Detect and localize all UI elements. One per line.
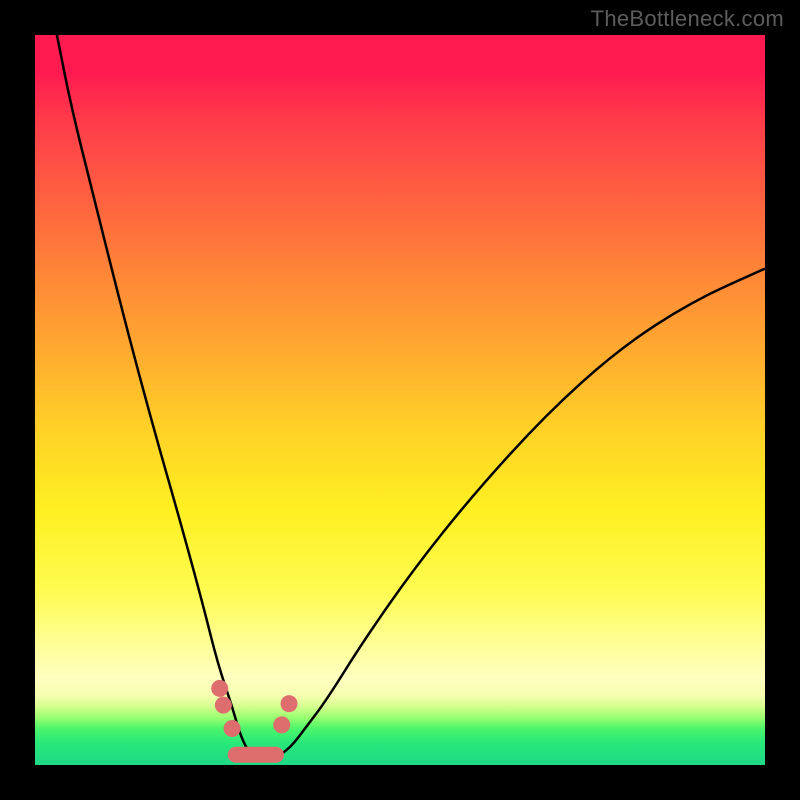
- chart-area: [35, 35, 765, 765]
- marker-dot: [224, 720, 241, 737]
- outer-frame: TheBottleneck.com: [0, 0, 800, 800]
- marker-dot: [281, 695, 298, 712]
- marker-group: [211, 680, 297, 755]
- chart-svg: [35, 35, 765, 765]
- bottleneck-curve: [57, 35, 765, 761]
- marker-dot: [211, 680, 228, 697]
- watermark-text: TheBottleneck.com: [591, 6, 784, 32]
- marker-dot: [273, 716, 290, 733]
- marker-dot: [215, 697, 232, 714]
